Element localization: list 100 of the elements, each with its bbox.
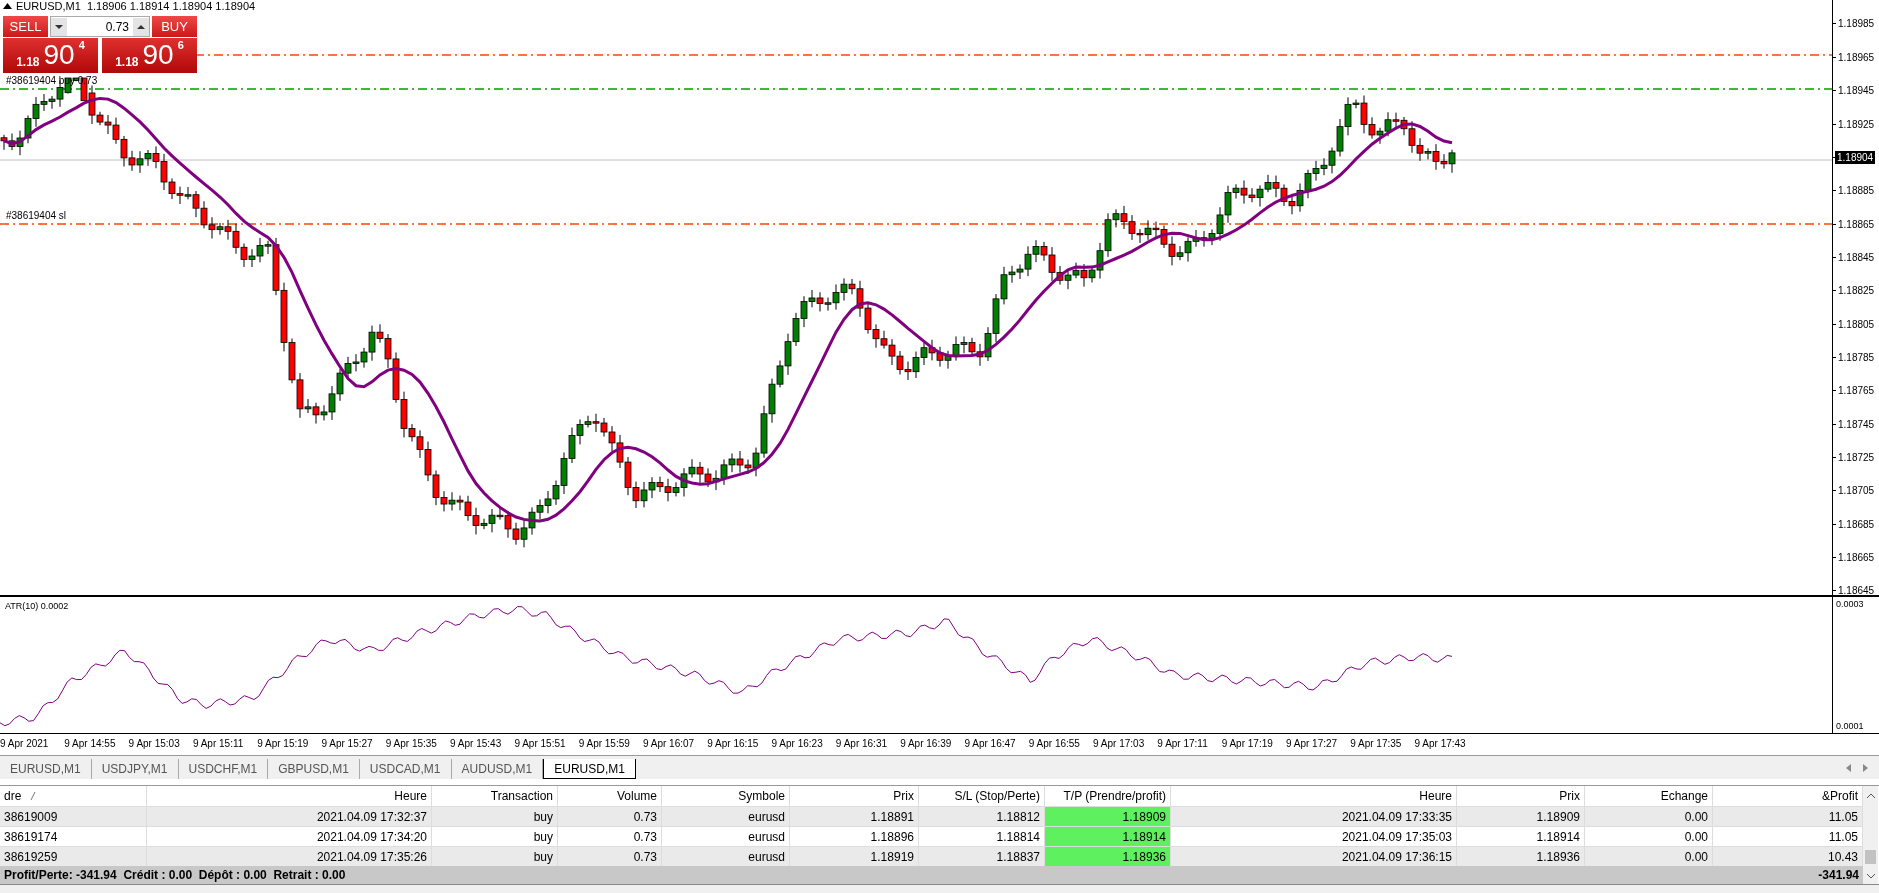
table-cell: 1.18896 xyxy=(790,826,919,846)
time-label: 9 Apr 16:07 xyxy=(642,738,695,749)
time-label: 9 Apr 2021 xyxy=(0,738,49,749)
time-label: 9 Apr 16:39 xyxy=(900,738,952,749)
current-price-badge: 1.18904 xyxy=(1835,150,1876,164)
time-label: 9 Apr 17:43 xyxy=(1414,738,1466,749)
time-label: 9 Apr 17:19 xyxy=(1221,738,1273,749)
price-label: 1.18685 xyxy=(1838,518,1875,530)
triangle-icon[interactable] xyxy=(3,3,12,9)
price-label: 1.18965 xyxy=(1838,51,1875,63)
table-cell: 2021.04.09 17:35:26 xyxy=(147,846,432,866)
time-label: 9 Apr 16:31 xyxy=(835,738,887,749)
pip-fraction: 4 xyxy=(78,39,85,51)
table-cell: 2021.04.09 17:35:03 xyxy=(1171,826,1457,846)
time-label: 9 Apr 15:03 xyxy=(128,738,180,749)
time-label: 9 Apr 16:15 xyxy=(707,738,759,749)
big-figure: 1.18 xyxy=(16,55,40,71)
indicator-axis-label: 0.0001 xyxy=(1836,721,1865,731)
table-cell: 1.18919 xyxy=(790,846,919,866)
indicator-label: ATR(10) 0.0002 xyxy=(5,601,69,611)
pips: 90 xyxy=(142,39,174,71)
table-cell: buy xyxy=(432,806,558,826)
scrollbar[interactable] xyxy=(1863,786,1878,884)
price-label: 1.18785 xyxy=(1838,351,1875,363)
price-label: 1.18765 xyxy=(1838,385,1875,397)
time-label: 9 Apr 15:59 xyxy=(578,738,630,749)
time-label: 9 Apr 14:55 xyxy=(64,738,116,749)
column-header-label: dre xyxy=(4,789,22,803)
table-cell: 38619259 xyxy=(0,846,147,866)
table-cell: buy xyxy=(432,846,558,866)
table-cell: 0.73 xyxy=(558,846,662,866)
table-cell: 0.00 xyxy=(1585,806,1713,826)
sell-button[interactable]: SELL xyxy=(3,16,48,37)
time-label: 9 Apr 15:35 xyxy=(385,738,437,749)
table-cell: eurusd xyxy=(662,806,790,826)
summary-text: Profit/Perte: -341.94 Crédit : 0.00 Dépôt : 0.00 Retrait : 0.00 xyxy=(4,868,346,882)
table-cell: 11.05 xyxy=(1713,806,1863,826)
price-label: 1.18845 xyxy=(1838,251,1875,263)
time-label: 9 Apr 17:35 xyxy=(1350,738,1402,749)
total-profit: -341.94 xyxy=(1818,868,1859,882)
chart-tab[interactable]: EURUSD,M1 xyxy=(543,759,636,779)
price-label: 1.18745 xyxy=(1838,418,1875,430)
big-figure: 1.18 xyxy=(115,55,139,71)
pips: 90 xyxy=(43,39,75,71)
table-cell: 0.00 xyxy=(1585,846,1713,866)
table-cell: 2021.04.09 17:32:37 xyxy=(147,806,432,826)
scroll-up-icon[interactable] xyxy=(1865,792,1876,800)
table-cell: 1.18936 xyxy=(1045,846,1171,866)
scrollbar-thumb[interactable] xyxy=(1865,850,1876,864)
indicator-axis-label: 0.0003 xyxy=(1836,599,1865,609)
price-label: 1.18825 xyxy=(1838,285,1875,297)
table-cell: 2021.04.09 17:36:15 xyxy=(1171,846,1457,866)
price-label: 1.18925 xyxy=(1838,118,1875,130)
table-cell: 1.18936 xyxy=(1457,846,1585,866)
table-cell: 11.05 xyxy=(1713,826,1863,846)
table-cell: 38619174 xyxy=(0,826,147,846)
table-cell: 1.18814 xyxy=(919,826,1045,846)
time-label: 9 Apr 16:23 xyxy=(771,738,823,749)
time-label: 9 Apr 16:47 xyxy=(964,738,1016,749)
time-label: 9 Apr 15:43 xyxy=(450,738,502,749)
price-label: 1.18865 xyxy=(1838,218,1875,230)
price-label: 1.18885 xyxy=(1838,185,1875,197)
price-label: 1.18705 xyxy=(1838,485,1875,497)
scroll-left-icon[interactable] xyxy=(1844,763,1854,773)
time-label: 9 Apr 17:03 xyxy=(1093,738,1145,749)
lot-field[interactable]: 0.73 xyxy=(50,16,150,37)
time-label: 9 Apr 15:27 xyxy=(321,738,373,749)
price-label: 1.18945 xyxy=(1838,85,1875,97)
table-cell: 1.18914 xyxy=(1045,826,1171,846)
table-cell: eurusd xyxy=(662,846,790,866)
table-cell: eurusd xyxy=(662,826,790,846)
symbol-info: EURUSD,M1 1.18906 1.18914 1.18904 1.18904 xyxy=(16,0,256,12)
price-label: 1.18985 xyxy=(1838,18,1875,30)
table-cell: 1.18891 xyxy=(790,806,919,826)
price-label: 1.18665 xyxy=(1838,551,1875,563)
table-cell: 0.73 xyxy=(558,826,662,846)
time-label: 9 Apr 17:27 xyxy=(1285,738,1338,749)
table-cell: 1.18812 xyxy=(919,806,1045,826)
order-label: #38619404 sl xyxy=(6,210,67,221)
pip-fraction: 6 xyxy=(177,39,184,51)
table-cell: buy xyxy=(432,826,558,846)
price-label: 1.18805 xyxy=(1838,318,1875,330)
time-label: 9 Apr 15:51 xyxy=(514,738,566,749)
table-cell: 10.43 xyxy=(1713,846,1863,866)
table-cell: 0.73 xyxy=(558,806,662,826)
scroll-down-icon[interactable] xyxy=(1865,872,1876,880)
time-label: 9 Apr 16:55 xyxy=(1028,738,1080,749)
table-cell: 1.18909 xyxy=(1457,806,1585,826)
time-label: 9 Apr 17:11 xyxy=(1157,738,1208,749)
table-cell: 1.18914 xyxy=(1457,826,1585,846)
table-cell: 38619009 xyxy=(0,806,147,826)
table-cell: 1.18837 xyxy=(919,846,1045,866)
time-label: 9 Apr 15:11 xyxy=(192,738,244,749)
buy-button[interactable]: BUY xyxy=(152,16,197,37)
lot-value: 0.73 xyxy=(104,19,130,34)
table-cell: 2021.04.09 17:34:20 xyxy=(147,826,432,846)
price-label: 1.18725 xyxy=(1838,451,1875,463)
scroll-right-icon[interactable] xyxy=(1860,763,1870,773)
table-cell: 2021.04.09 17:33:35 xyxy=(1171,806,1457,826)
time-label: 9 Apr 15:19 xyxy=(257,738,309,749)
